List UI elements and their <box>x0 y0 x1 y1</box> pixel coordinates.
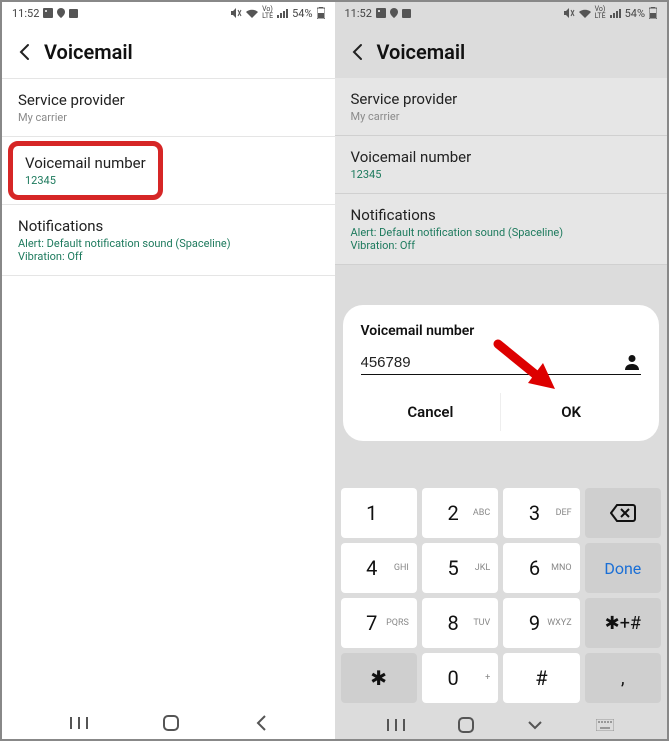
battery-icon <box>317 7 325 19</box>
square-icon <box>69 9 78 18</box>
highlight-annotation: Voicemail number 12345 <box>8 141 163 200</box>
network-label: Vo)LTE <box>595 6 606 20</box>
settings-list: Service provider My carrier Voicemail nu… <box>335 78 668 265</box>
key-backspace[interactable] <box>585 488 661 538</box>
image-icon <box>43 8 53 18</box>
nav-bar <box>2 705 335 739</box>
key-star[interactable]: ✱ <box>341 653 417 703</box>
square-icon <box>402 9 411 18</box>
status-battery-pct: 54% <box>625 7 645 20</box>
location-icon <box>390 8 398 18</box>
key-3[interactable]: 3DEF <box>503 488 579 538</box>
keyboard-icon[interactable] <box>596 719 614 731</box>
status-bar: 11:52 Vo)LTE 54% <box>335 2 668 22</box>
status-battery-pct: 54% <box>292 7 312 20</box>
recents-icon[interactable] <box>70 716 88 730</box>
mute-icon <box>231 8 242 18</box>
battery-icon <box>649 7 657 19</box>
arrow-annotation <box>493 339 563 399</box>
recents-icon[interactable] <box>387 718 405 732</box>
key-1[interactable]: 1 <box>341 488 417 538</box>
cancel-button[interactable]: Cancel <box>361 393 501 431</box>
status-time: 11:52 <box>345 7 372 20</box>
page-title: Voicemail <box>377 40 466 64</box>
key-4[interactable]: 4GHI <box>341 543 417 593</box>
key-0[interactable]: 0+ <box>422 653 498 703</box>
key-hash[interactable]: # <box>503 653 579 703</box>
page-header: Voicemail <box>335 22 668 78</box>
wifi-icon <box>579 9 591 18</box>
settings-list: Service provider My carrier Voicemail nu… <box>2 78 335 276</box>
key-6[interactable]: 6MNO <box>503 543 579 593</box>
key-7[interactable]: 7PQRS <box>341 598 417 648</box>
backspace-icon <box>610 504 636 522</box>
back-icon[interactable] <box>16 43 34 61</box>
home-icon[interactable] <box>458 717 474 733</box>
image-icon <box>376 8 386 18</box>
item-service-provider[interactable]: Service provider My carrier <box>2 78 335 137</box>
ime-collapse-icon[interactable] <box>527 719 543 731</box>
contact-icon[interactable] <box>623 353 641 371</box>
signal-icon <box>610 9 621 18</box>
status-time: 11:52 <box>12 7 39 20</box>
nav-back-icon[interactable] <box>255 715 267 731</box>
key-2[interactable]: 2ABC <box>422 488 498 538</box>
nav-bar <box>335 709 668 739</box>
location-icon <box>57 8 65 18</box>
key-8[interactable]: 8TUV <box>422 598 498 648</box>
voicemail-number-dialog: Voicemail number Cancel OK <box>343 305 660 441</box>
item-voicemail-number[interactable]: Voicemail number 12345 <box>335 136 668 194</box>
key-9[interactable]: 9WXYZ <box>503 598 579 648</box>
network-label: Vo)LTE <box>262 6 273 20</box>
page-title: Voicemail <box>44 40 133 64</box>
mute-icon <box>564 8 575 18</box>
back-icon[interactable] <box>349 43 367 61</box>
item-notifications[interactable]: Notifications Alert: Default notificatio… <box>335 194 668 265</box>
numeric-keypad: 12ABC3DEF4GHI5JKL6MNODone7PQRS8TUV9WXYZ✱… <box>335 482 668 709</box>
screen-voicemail-settings: 11:52 Vo)LTE 54% Voicemail Service provi… <box>2 2 335 739</box>
status-bar: 11:52 Vo)LTE 54% <box>2 2 335 22</box>
item-voicemail-number[interactable]: Voicemail number 12345 <box>2 137 335 205</box>
item-notifications[interactable]: Notifications Alert: Default notificatio… <box>2 205 335 276</box>
signal-icon <box>277 9 288 18</box>
home-icon[interactable] <box>163 715 179 731</box>
item-service-provider[interactable]: Service provider My carrier <box>335 78 668 136</box>
key-symbols[interactable]: ✱+# <box>585 598 661 648</box>
dialog-title: Voicemail number <box>361 323 642 339</box>
key-done[interactable]: Done <box>585 543 661 593</box>
wifi-icon <box>246 9 258 18</box>
screen-voicemail-dialog: 11:52 Vo)LTE 54% Voicemail Service provi… <box>335 2 668 739</box>
key-comma[interactable]: , <box>585 653 661 703</box>
page-header: Voicemail <box>2 22 335 78</box>
key-5[interactable]: 5JKL <box>422 543 498 593</box>
